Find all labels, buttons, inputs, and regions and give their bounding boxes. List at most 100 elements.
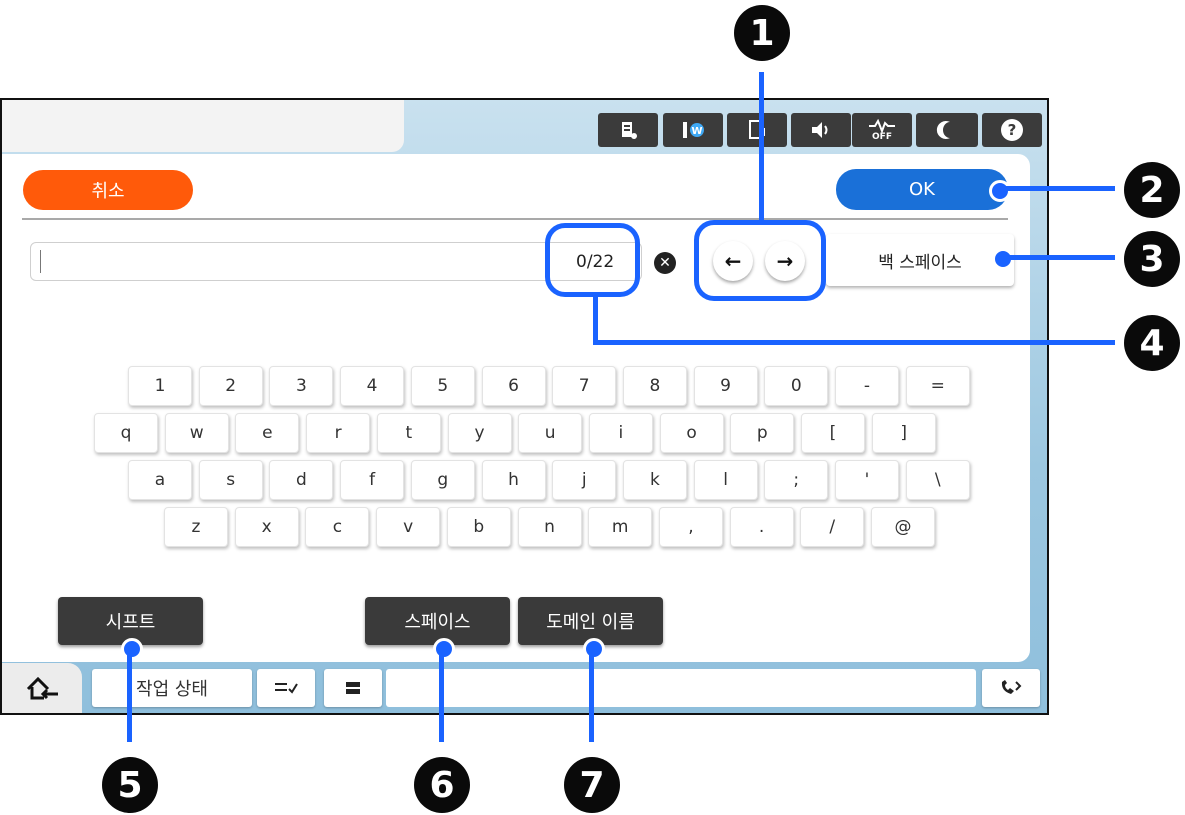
fax-call-icon[interactable] bbox=[982, 669, 1040, 707]
callout-4-line-v bbox=[593, 296, 598, 344]
key-row4-2[interactable]: c bbox=[305, 507, 370, 547]
callout-7-badge: 7 bbox=[564, 757, 620, 813]
callout-5-dot bbox=[121, 638, 143, 660]
callout-2-line bbox=[1005, 186, 1115, 191]
key-row2-2[interactable]: e bbox=[235, 413, 300, 453]
job-status-label: 작업 상태 bbox=[136, 679, 208, 700]
key-row3-7[interactable]: k bbox=[622, 460, 687, 500]
callout-3-badge: 3 bbox=[1124, 231, 1180, 287]
callout-5-line bbox=[127, 652, 132, 742]
key-row2-7[interactable]: i bbox=[588, 413, 653, 453]
callout-1-box bbox=[694, 220, 826, 301]
key-row2-11[interactable]: ] bbox=[871, 413, 936, 453]
key-row3-9[interactable]: ; bbox=[764, 460, 829, 500]
callout-2-badge: 2 bbox=[1124, 162, 1180, 218]
key-row4-7[interactable]: , bbox=[658, 507, 723, 547]
backspace-button[interactable]: 백 스페이스 bbox=[826, 234, 1014, 286]
key-row1-0[interactable]: 1 bbox=[128, 366, 192, 406]
space-button[interactable]: 스페이스 bbox=[365, 597, 510, 645]
cancel-button[interactable]: 취소 bbox=[23, 170, 193, 210]
key-row2-6[interactable]: u bbox=[518, 413, 583, 453]
key-row3-0[interactable]: a bbox=[128, 460, 192, 500]
home-button[interactable] bbox=[2, 663, 82, 713]
key-row3-10[interactable]: ' bbox=[835, 460, 899, 500]
top-bar-blank bbox=[2, 100, 404, 152]
key-row1-1[interactable]: 2 bbox=[198, 366, 263, 406]
bottom-bar: 작업 상태 bbox=[2, 663, 1047, 713]
keyboard-sheet bbox=[2, 154, 1030, 662]
callout-4-box bbox=[545, 223, 640, 297]
callout-1-line bbox=[759, 72, 764, 222]
key-row4-0[interactable]: z bbox=[164, 507, 228, 547]
key-row4-3[interactable]: v bbox=[376, 507, 441, 547]
key-row1-6[interactable]: 7 bbox=[552, 366, 617, 406]
key-row4-1[interactable]: x bbox=[234, 507, 299, 547]
header-divider bbox=[22, 218, 1008, 220]
key-row3-3[interactable]: f bbox=[340, 460, 405, 500]
callout-6-line bbox=[439, 652, 444, 742]
key-row1-3[interactable]: 4 bbox=[340, 366, 405, 406]
key-row2-8[interactable]: o bbox=[659, 413, 724, 453]
key-row2-9[interactable]: p bbox=[730, 413, 795, 453]
key-row3-4[interactable]: g bbox=[410, 460, 475, 500]
key-row2-3[interactable]: r bbox=[306, 413, 371, 453]
callout-6-badge: 6 bbox=[414, 757, 470, 813]
job-list-icon[interactable] bbox=[257, 669, 315, 707]
job-status-button[interactable]: 작업 상태 bbox=[92, 669, 252, 707]
bottom-bar-blank bbox=[386, 669, 976, 707]
key-row2-4[interactable]: t bbox=[376, 413, 441, 453]
key-row4-10[interactable]: @ bbox=[871, 507, 935, 547]
key-row4-4[interactable]: b bbox=[446, 507, 511, 547]
ok-button[interactable]: OK bbox=[836, 169, 1008, 210]
key-row1-5[interactable]: 6 bbox=[481, 366, 546, 406]
callout-7-dot bbox=[583, 638, 605, 660]
key-row3-2[interactable]: d bbox=[269, 460, 334, 500]
key-row3-11[interactable]: \ bbox=[905, 460, 970, 500]
callout-6-dot bbox=[433, 638, 455, 660]
wifi-direct-icon[interactable]: W bbox=[663, 113, 723, 147]
key-row2-1[interactable]: w bbox=[164, 413, 229, 453]
cancel-label: 취소 bbox=[91, 181, 125, 202]
key-row4-9[interactable]: / bbox=[800, 507, 865, 547]
key-row1-7[interactable]: 8 bbox=[622, 366, 687, 406]
key-row4-5[interactable]: n bbox=[517, 507, 582, 547]
space-label: 스페이스 bbox=[404, 612, 471, 633]
key-row1-4[interactable]: 5 bbox=[410, 366, 475, 406]
volume-icon[interactable] bbox=[791, 113, 851, 147]
key-row3-1[interactable]: s bbox=[198, 460, 263, 500]
callout-4-line-h bbox=[593, 340, 1115, 345]
key-row3-8[interactable]: l bbox=[693, 460, 758, 500]
svg-text:W: W bbox=[691, 126, 702, 137]
key-row4-6[interactable]: m bbox=[588, 507, 653, 547]
key-row1-8[interactable]: 9 bbox=[693, 366, 758, 406]
text-caret bbox=[40, 250, 41, 273]
key-row3-5[interactable]: h bbox=[481, 460, 546, 500]
printer-info-icon[interactable] bbox=[324, 669, 382, 707]
key-row1-11[interactable]: = bbox=[905, 366, 970, 406]
key-row2-10[interactable]: [ bbox=[801, 413, 865, 453]
ink-icon[interactable] bbox=[598, 113, 658, 147]
shift-label: 시프트 bbox=[105, 612, 156, 633]
callout-2-dot bbox=[989, 180, 1011, 202]
ok-label: OK bbox=[909, 179, 935, 200]
key-row3-6[interactable]: j bbox=[552, 460, 617, 500]
callout-7-line bbox=[589, 652, 594, 742]
callout-3-line bbox=[1008, 255, 1115, 260]
callout-4-badge: 4 bbox=[1124, 315, 1180, 371]
callout-1-badge: 1 bbox=[734, 5, 790, 61]
help-icon[interactable]: ? bbox=[982, 113, 1042, 147]
key-row4-8[interactable]: . bbox=[729, 507, 794, 547]
sleep-moon-icon[interactable] bbox=[916, 113, 978, 147]
home-icon bbox=[26, 676, 58, 700]
domain-label: 도메인 이름 bbox=[546, 612, 635, 633]
key-row2-5[interactable]: y bbox=[447, 413, 512, 453]
key-row2-0[interactable]: q bbox=[94, 413, 158, 453]
phone-icon[interactable] bbox=[727, 113, 787, 147]
clear-icon[interactable]: ✕ bbox=[654, 252, 676, 274]
backspace-label: 백 스페이스 bbox=[878, 252, 962, 273]
key-row1-9[interactable]: 0 bbox=[764, 366, 829, 406]
key-row1-2[interactable]: 3 bbox=[269, 366, 334, 406]
fax-off-icon[interactable]: OFF bbox=[852, 113, 912, 147]
callout-5-badge: 5 bbox=[102, 757, 158, 813]
key-row1-10[interactable]: - bbox=[835, 366, 899, 406]
